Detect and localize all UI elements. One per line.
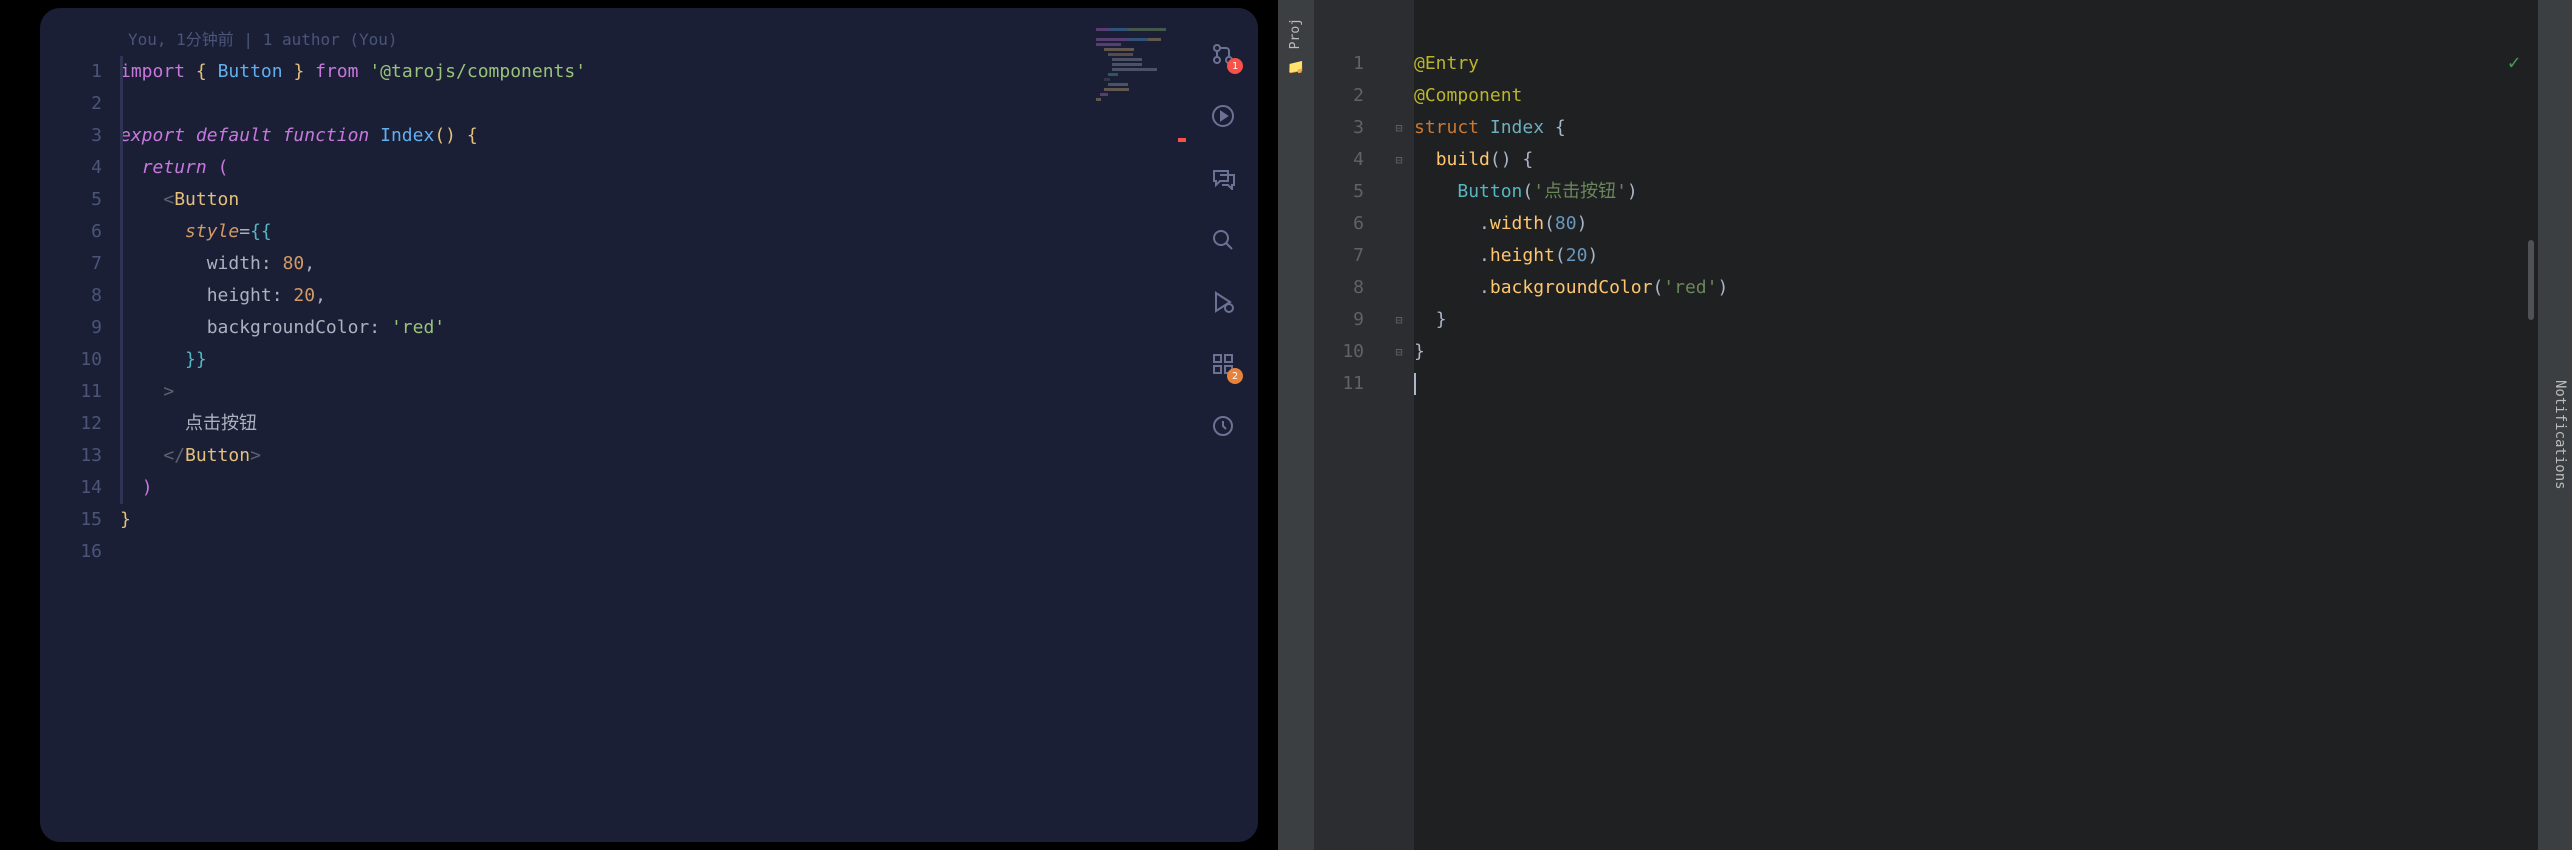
comments-icon[interactable] xyxy=(1207,162,1239,194)
code-line[interactable]: 点击按钮 xyxy=(120,408,1088,440)
right-editor-pane: 1234567891011 ⊟⊟⊟⊟ @Entry@Componentstruc… xyxy=(1314,0,2538,850)
right-tool-tabs: Notifications 👁 Previewer xyxy=(2538,0,2572,850)
line-number: 10 xyxy=(40,344,102,376)
fold-gutter: ⊟⊟⊟⊟ xyxy=(1384,0,1414,850)
source-control-icon[interactable]: 1 xyxy=(1207,38,1239,70)
code-line[interactable]: width: 80, xyxy=(120,248,1088,280)
fold-marker[interactable] xyxy=(1384,80,1414,112)
line-number: 9 xyxy=(40,312,102,344)
minimap[interactable] xyxy=(1088,8,1188,842)
line-number: 3 xyxy=(1314,112,1364,144)
code-line[interactable]: import { Button } from '@tarojs/componen… xyxy=(120,56,1088,88)
extensions-badge: 2 xyxy=(1227,368,1243,384)
code-line[interactable]: style={{ xyxy=(120,216,1088,248)
fold-marker[interactable]: ⊟ xyxy=(1384,112,1414,144)
right-editor-container: 📁 Proj 1234567891011 ⊟⊟⊟⊟ @Entry@Compone… xyxy=(1278,0,2572,850)
code-line[interactable]: <Button xyxy=(120,184,1088,216)
fold-marker[interactable] xyxy=(1384,176,1414,208)
line-number: 12 xyxy=(40,408,102,440)
line-number: 7 xyxy=(1314,240,1364,272)
fold-marker[interactable]: ⊟ xyxy=(1384,304,1414,336)
fold-marker[interactable]: ⊟ xyxy=(1384,144,1414,176)
code-line[interactable]: .height(20) xyxy=(1414,240,2538,272)
line-number: 16 xyxy=(40,536,102,568)
line-number: 4 xyxy=(1314,144,1364,176)
project-tab[interactable]: 📁 Proj xyxy=(1286,12,1306,80)
code-line[interactable]: .width(80) xyxy=(1414,208,2538,240)
line-number: 8 xyxy=(1314,272,1364,304)
line-number: 10 xyxy=(1314,336,1364,368)
code-line[interactable]: Button('点击按钮') xyxy=(1414,176,2538,208)
line-number: 4 xyxy=(40,152,102,184)
text-cursor xyxy=(1414,373,1416,395)
code-line[interactable]: }} xyxy=(120,344,1088,376)
fold-marker[interactable] xyxy=(1384,208,1414,240)
line-number: 6 xyxy=(1314,208,1364,240)
minimap-preview xyxy=(1096,28,1176,103)
scrollbar-thumb[interactable] xyxy=(2528,240,2534,320)
code-line[interactable]: backgroundColor: 'red' xyxy=(120,312,1088,344)
line-number: 13 xyxy=(40,440,102,472)
change-indicator-bar xyxy=(120,56,123,504)
fold-marker[interactable] xyxy=(1384,272,1414,304)
code-line[interactable] xyxy=(120,536,1088,568)
run-icon[interactable] xyxy=(1207,100,1239,132)
line-number: 14 xyxy=(40,472,102,504)
code-line[interactable]: ) xyxy=(120,472,1088,504)
line-number: 9 xyxy=(1314,304,1364,336)
line-number: 3 xyxy=(40,120,102,152)
left-editor-pane: 12345678910111213141516 You, 1分钟前 | 1 au… xyxy=(40,8,1258,842)
code-line[interactable] xyxy=(120,88,1088,120)
extensions-icon[interactable]: 2 xyxy=(1207,348,1239,380)
debug-icon[interactable] xyxy=(1207,286,1239,318)
code-line[interactable]: } xyxy=(120,504,1088,536)
code-line[interactable] xyxy=(1414,368,2538,400)
line-number: 5 xyxy=(40,184,102,216)
activity-bar: 1 2 xyxy=(1188,8,1258,842)
project-tool-strip: 📁 Proj xyxy=(1278,0,1314,850)
code-line[interactable]: return ( xyxy=(120,152,1088,184)
code-line[interactable]: .backgroundColor('red') xyxy=(1414,272,2538,304)
code-line[interactable]: } xyxy=(1414,336,2538,368)
right-gutter: 1234567891011 xyxy=(1314,0,1384,850)
fold-marker[interactable]: ⊟ xyxy=(1384,336,1414,368)
line-number: 1 xyxy=(40,56,102,88)
line-number: 7 xyxy=(40,248,102,280)
line-number: 8 xyxy=(40,280,102,312)
fold-marker[interactable] xyxy=(1384,48,1414,80)
code-line[interactable]: struct Index { xyxy=(1414,112,2538,144)
fold-marker[interactable] xyxy=(1384,240,1414,272)
git-blame-annotation[interactable]: You, 1分钟前 | 1 author (You) xyxy=(120,24,1088,56)
inspection-ok-icon[interactable]: ✓ xyxy=(2508,50,2520,74)
error-indicator[interactable] xyxy=(1178,138,1186,142)
line-number: 11 xyxy=(1314,368,1364,400)
line-number: 15 xyxy=(40,504,102,536)
left-gutter: 12345678910111213141516 xyxy=(40,8,120,842)
scm-badge: 1 xyxy=(1227,58,1243,74)
line-number: 2 xyxy=(1314,80,1364,112)
line-number: 2 xyxy=(40,88,102,120)
code-line[interactable]: @Component xyxy=(1414,80,2538,112)
search-icon[interactable] xyxy=(1207,224,1239,256)
fold-marker[interactable] xyxy=(1384,368,1414,400)
code-line[interactable]: height: 20, xyxy=(120,280,1088,312)
code-line[interactable]: build() { xyxy=(1414,144,2538,176)
line-number: 5 xyxy=(1314,176,1364,208)
left-code-area[interactable]: You, 1分钟前 | 1 author (You) import { Butt… xyxy=(120,8,1088,842)
line-number: 1 xyxy=(1314,48,1364,80)
line-number: 11 xyxy=(40,376,102,408)
notifications-tab[interactable]: Notifications xyxy=(2548,372,2572,498)
line-number: 6 xyxy=(40,216,102,248)
code-line[interactable]: @Entry xyxy=(1414,48,2538,80)
sync-icon[interactable] xyxy=(1207,410,1239,442)
code-line[interactable]: export default function Index() { xyxy=(120,120,1088,152)
code-line[interactable]: } xyxy=(1414,304,2538,336)
code-line[interactable]: > xyxy=(120,376,1088,408)
code-line[interactable]: </Button> xyxy=(120,440,1088,472)
right-code-area[interactable]: @Entry@Componentstruct Index { build() {… xyxy=(1414,0,2538,850)
